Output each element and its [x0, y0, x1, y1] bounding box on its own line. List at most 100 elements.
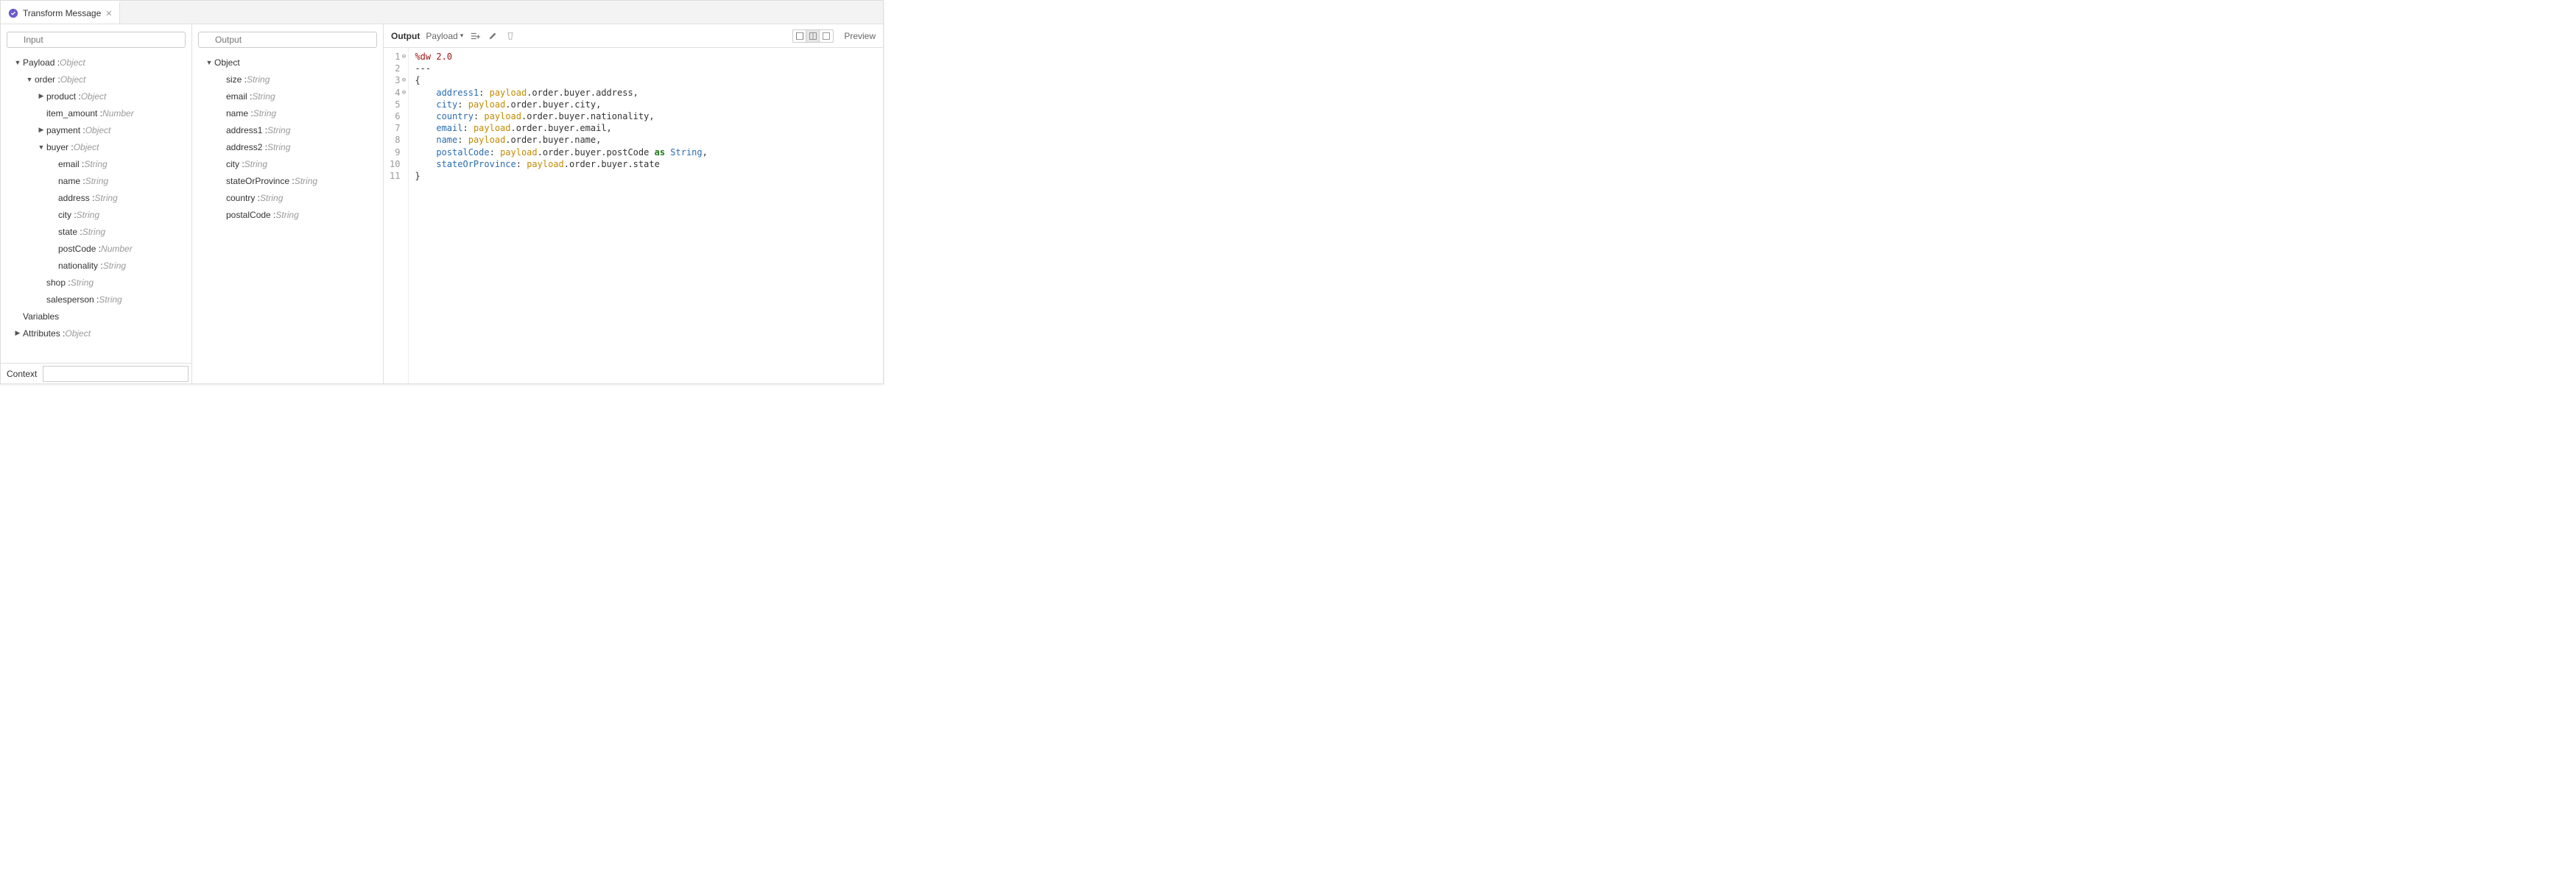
tree-row[interactable]: city : String — [1, 206, 191, 223]
code-editor[interactable]: 1⊖23⊖4⊖567891011 %dw 2.0---{ address1: p… — [384, 48, 883, 383]
tree-row[interactable]: item_amount : Number — [1, 105, 191, 121]
code-line[interactable]: address1: payload.order.buyer.address, — [415, 87, 707, 99]
tree-item-name: item_amount : — [46, 108, 102, 119]
tree-item-name: country : — [226, 193, 260, 203]
tree-row[interactable]: Variables — [1, 308, 191, 325]
token-type: String — [670, 147, 702, 158]
tab-transform-message[interactable]: Transform Message ✕ — [1, 1, 120, 24]
tree-item-type: String — [295, 176, 317, 186]
code-line[interactable]: %dw 2.0 — [415, 51, 707, 63]
tree-item-name: name : — [226, 108, 253, 119]
tree-item-type: Object — [74, 142, 99, 152]
tree-row[interactable]: ▶payment : Object — [1, 121, 191, 138]
chevron-down-icon: ▾ — [460, 32, 464, 40]
chevron-down-icon[interactable]: ▼ — [38, 144, 45, 151]
line-gutter: 1⊖23⊖4⊖567891011 — [384, 48, 409, 383]
chevron-down-icon[interactable]: ▼ — [205, 59, 213, 66]
tree-row[interactable]: ▼buyer : Object — [1, 138, 191, 155]
tree-row[interactable]: nationality : String — [1, 257, 191, 274]
tree-row[interactable]: address : String — [1, 189, 191, 206]
tree-row[interactable]: name : String — [192, 105, 383, 121]
code-line[interactable]: stateOrProvince: payload.order.buyer.sta… — [415, 158, 707, 170]
token-key: email — [436, 123, 462, 133]
code-line[interactable]: --- — [415, 63, 707, 74]
view-mode-split[interactable] — [806, 30, 820, 42]
fold-icon[interactable]: ⊖ — [401, 52, 407, 61]
token-pay: payload — [484, 111, 521, 121]
chevron-down-icon[interactable]: ▼ — [26, 76, 33, 83]
tree-row[interactable]: ▶product : Object — [1, 88, 191, 105]
fold-icon[interactable]: ⊖ — [401, 88, 407, 97]
tree-item-type: String — [99, 294, 122, 305]
transform-icon — [8, 8, 18, 18]
tree-row[interactable]: ▶Attributes : Object — [1, 325, 191, 342]
token-punc: , — [703, 147, 708, 158]
close-icon[interactable]: ✕ — [105, 9, 112, 18]
preview-button[interactable]: Preview — [844, 31, 876, 41]
tree-row[interactable]: email : String — [192, 88, 383, 105]
add-target-icon[interactable] — [469, 30, 481, 42]
code-line[interactable]: email: payload.order.buyer.email, — [415, 122, 707, 134]
token-punc: : — [474, 111, 484, 121]
code-line[interactable]: postalCode: payload.order.buyer.postCode… — [415, 146, 707, 158]
chevron-right-icon[interactable]: ▶ — [38, 126, 45, 134]
code-line[interactable]: country: payload.order.buyer.nationality… — [415, 110, 707, 122]
chevron-right-icon[interactable]: ▶ — [14, 329, 21, 337]
tree-row[interactable]: ▼order : Object — [1, 71, 191, 88]
code-line[interactable]: name: payload.order.buyer.name, — [415, 134, 707, 146]
view-mode-notes[interactable] — [793, 30, 806, 42]
tree-row[interactable]: name : String — [1, 172, 191, 189]
tree-item-name: email : — [58, 159, 84, 169]
tree-row[interactable]: shop : String — [1, 274, 191, 291]
fold-icon[interactable]: ⊖ — [401, 76, 407, 85]
chevron-right-icon[interactable]: ▶ — [38, 92, 45, 100]
tree-row[interactable]: ▼Object — [192, 54, 383, 71]
tree-row[interactable]: state : String — [1, 223, 191, 240]
tree-item-type: Number — [101, 244, 133, 254]
code-line[interactable]: } — [415, 170, 707, 182]
tree-row[interactable]: stateOrProvince : String — [192, 172, 383, 189]
tree-row[interactable]: postalCode : String — [192, 206, 383, 223]
tree-row[interactable]: postCode : Number — [1, 240, 191, 257]
token-key: country — [436, 111, 474, 121]
code-line[interactable]: city: payload.order.buyer.city, — [415, 99, 707, 110]
tree-item-type: String — [267, 142, 290, 152]
tree-item-name: state : — [58, 227, 82, 237]
input-search[interactable] — [7, 32, 186, 48]
code-line[interactable]: { — [415, 74, 707, 86]
token-pay: payload — [490, 88, 527, 98]
tree-row[interactable]: address1 : String — [192, 121, 383, 138]
tree-row[interactable]: ▼Payload : Object — [1, 54, 191, 71]
token-punc: : — [457, 135, 468, 145]
tree-row[interactable]: size : String — [192, 71, 383, 88]
tree-item-name: Payload : — [23, 57, 60, 68]
tree-row[interactable]: city : String — [192, 155, 383, 172]
tree-row[interactable]: country : String — [192, 189, 383, 206]
token-punc: } — [415, 171, 420, 181]
tree-row[interactable]: email : String — [1, 155, 191, 172]
tree-item-name: address1 : — [226, 125, 267, 135]
payload-dropdown[interactable]: Payload ▾ — [426, 31, 463, 41]
tree-item-type: String — [252, 91, 275, 102]
chevron-down-icon[interactable]: ▼ — [14, 59, 21, 66]
tree-row[interactable]: address2 : String — [192, 138, 383, 155]
trash-icon[interactable] — [504, 30, 516, 42]
code-content[interactable]: %dw 2.0---{ address1: payload.order.buye… — [409, 48, 713, 383]
token-punc: .order.buyer.city, — [505, 99, 601, 110]
token-pad — [415, 147, 436, 158]
line-number: 2 — [390, 63, 407, 74]
tree-item-name: payment : — [46, 125, 85, 135]
edit-icon[interactable] — [487, 30, 499, 42]
output-search[interactable] — [198, 32, 377, 48]
tree-item-name: buyer : — [46, 142, 74, 152]
tree-item-type: Object — [81, 91, 107, 102]
tree-item-name: address : — [58, 193, 94, 203]
tree-row[interactable]: salesperson : String — [1, 291, 191, 308]
token-punc: : — [479, 88, 489, 98]
tree-item-type: String — [253, 108, 276, 119]
line-number: 6 — [390, 110, 407, 122]
editor-toolbar: Output Payload ▾ — [384, 24, 883, 48]
context-input[interactable] — [43, 366, 189, 382]
view-mode-full[interactable] — [820, 30, 833, 42]
view-mode-group — [792, 29, 834, 43]
